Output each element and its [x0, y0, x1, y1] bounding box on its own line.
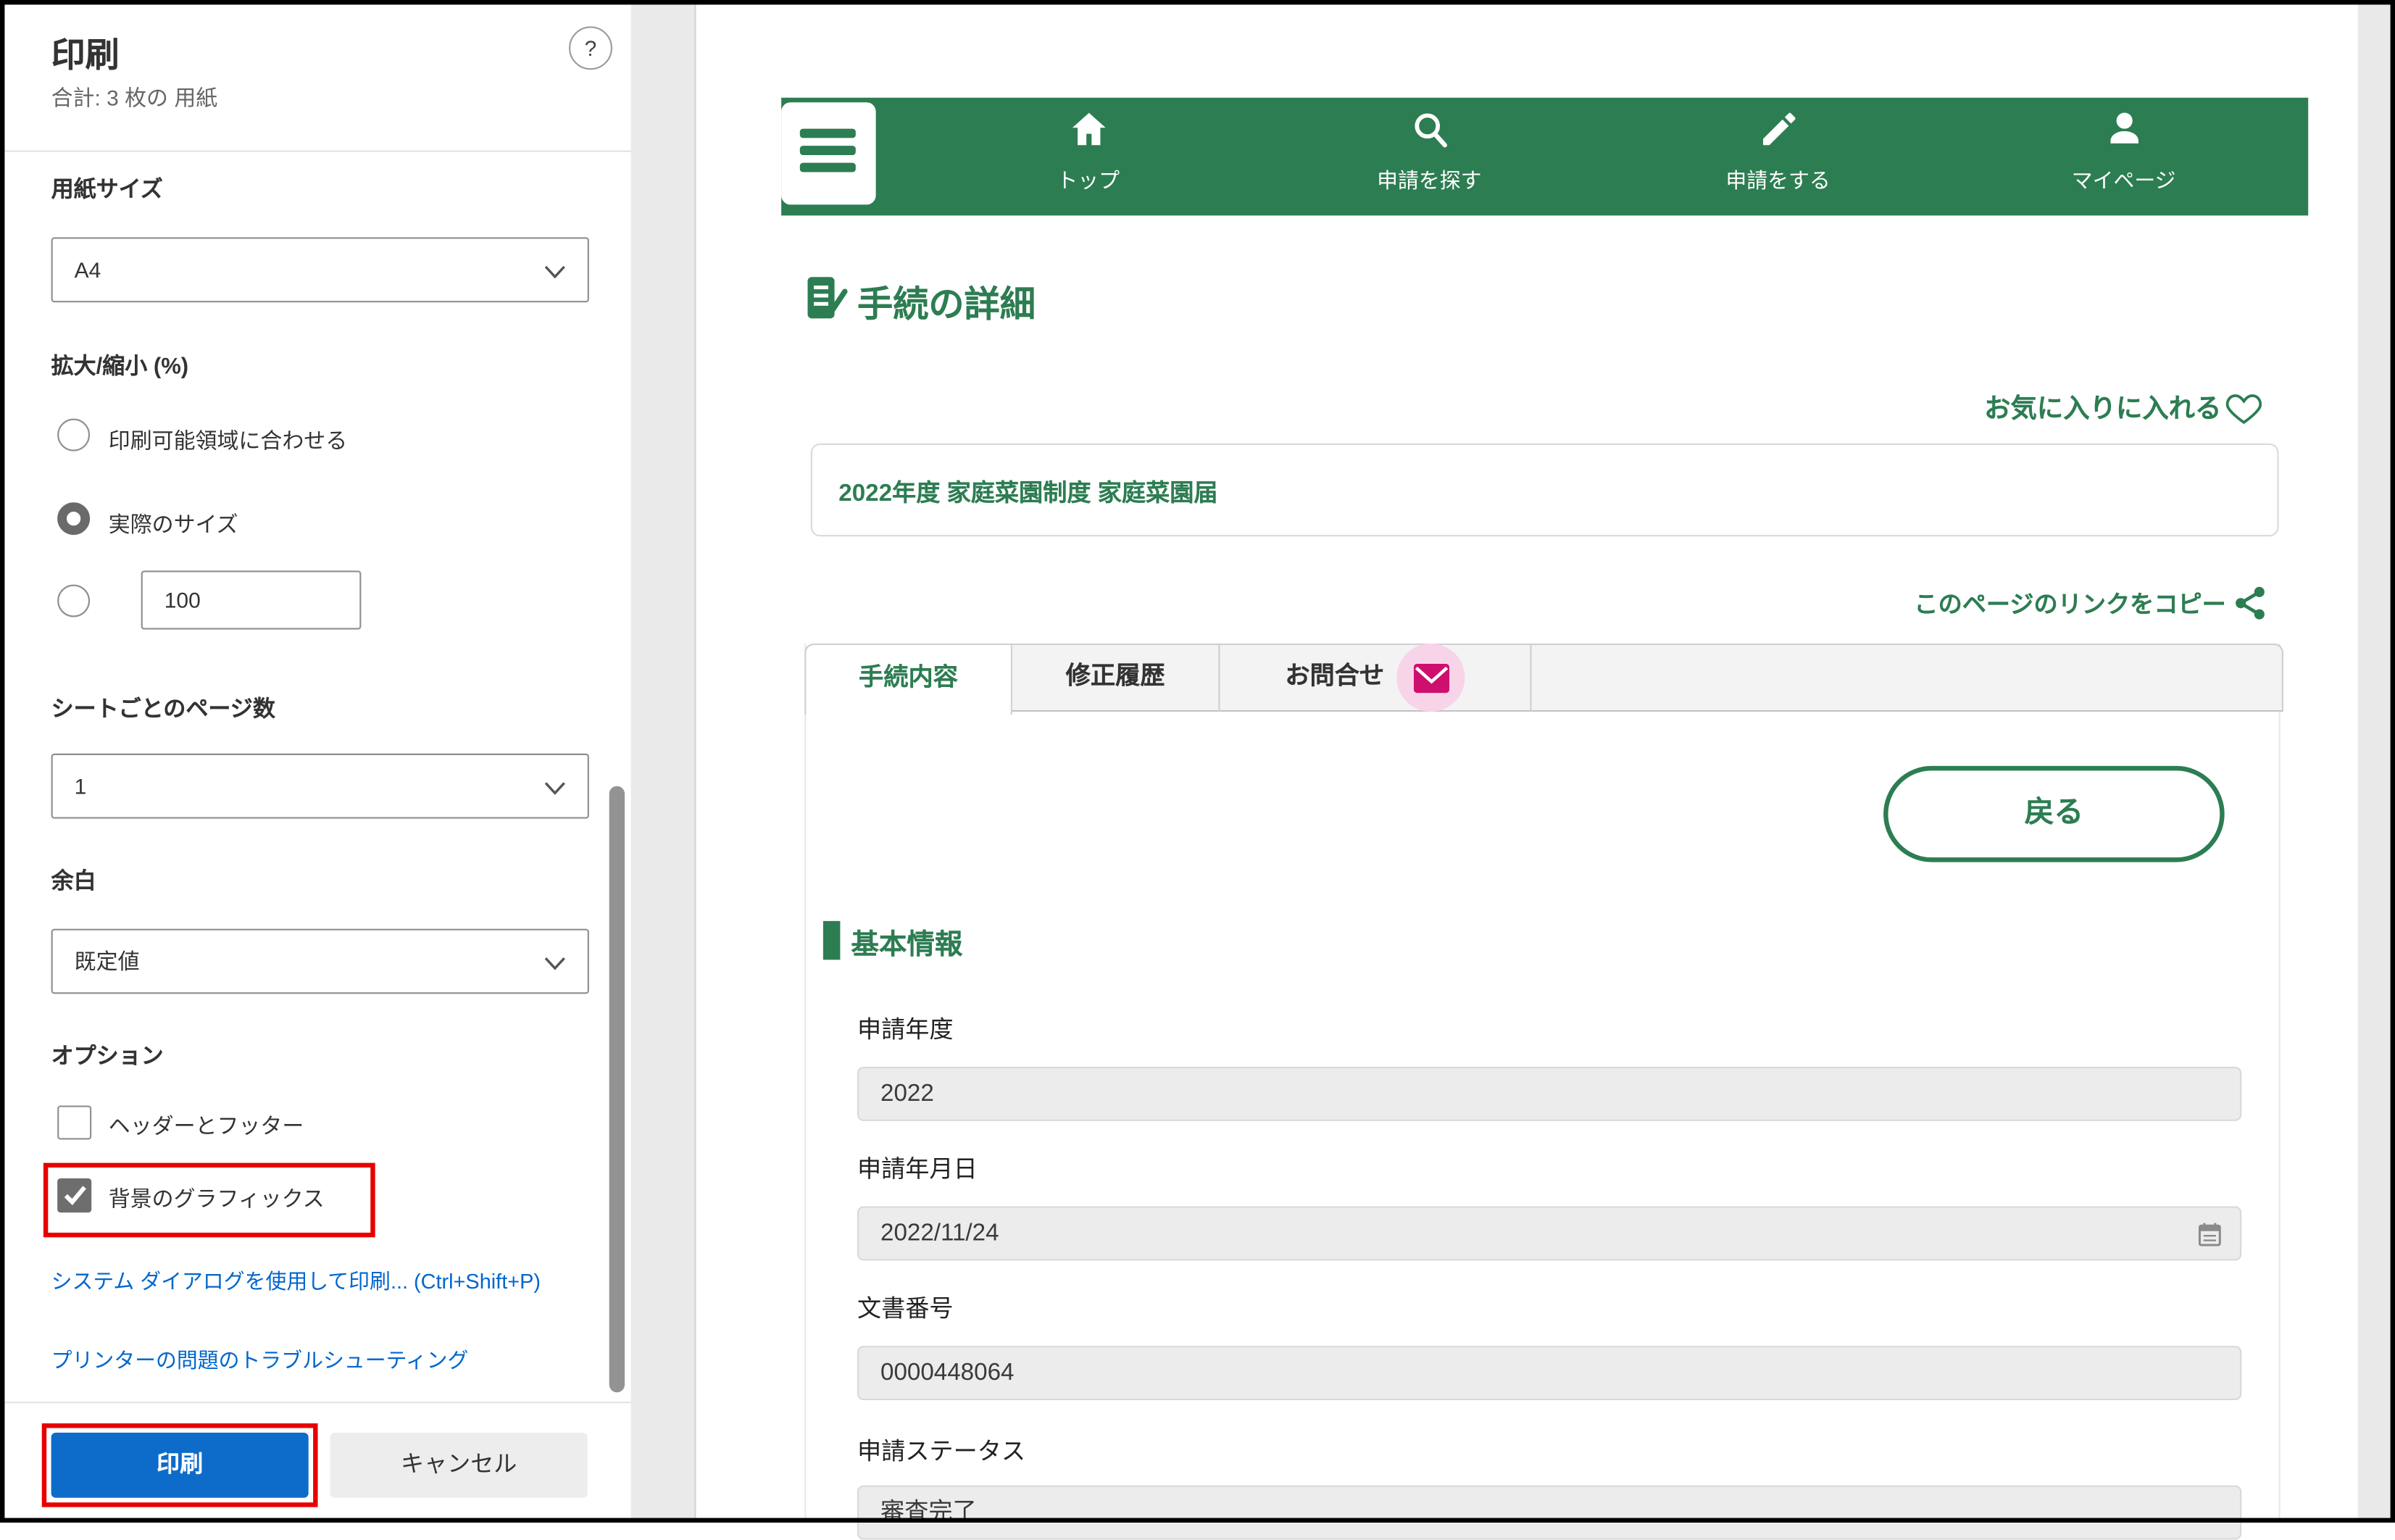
paper-size-value: A4 — [75, 257, 101, 282]
copy-page-link-label: このページのリンクをコピー — [1914, 592, 2225, 618]
screenshot-root: 印刷 合計: 3 枚の 用紙 ? 用紙サイズ A4 拡大/縮小 (%) 印刷可能… — [0, 0, 2395, 1523]
field-value-text: 審査完了 — [880, 1499, 977, 1526]
custom-scale-input[interactable]: 100 — [141, 570, 362, 629]
heart-icon — [2225, 389, 2263, 425]
field-label-year: 申請年度 — [857, 1011, 954, 1045]
margins-label: 余白 — [51, 864, 96, 896]
custom-scale-value: 100 — [164, 588, 201, 612]
print-dialog-title: 印刷 — [51, 28, 120, 78]
nav-item-label: マイページ — [1992, 163, 2256, 194]
print-button[interactable]: 印刷 — [51, 1433, 309, 1498]
tab-contact-label: お問合せ — [1285, 644, 1384, 712]
pages-per-sheet-value: 1 — [75, 774, 87, 799]
fit-printable-area-label: 印刷可能領域に合わせる — [109, 425, 347, 456]
checkmark-icon — [59, 1180, 89, 1210]
hamburger-icon — [800, 146, 856, 155]
tab-revision-history[interactable]: 修正履歴 — [1012, 644, 1220, 712]
nav-item-label: 申請をする — [1646, 163, 1910, 194]
field-value-docnumber: 0000448064 — [857, 1346, 2241, 1400]
section-marker — [823, 921, 841, 960]
page-title-row: 手続の詳細 — [801, 273, 851, 322]
calendar-icon — [2198, 1222, 2221, 1246]
system-dialog-print-link[interactable]: システム ダイアログを使用して印刷... (Ctrl+Shift+P) — [51, 1264, 541, 1295]
dialog-scrollbar-thumb[interactable] — [609, 786, 625, 1393]
procedure-name: 2022年度 家庭菜園制度 家庭菜園届 — [838, 475, 1217, 509]
fit-printable-area-radio[interactable] — [57, 419, 90, 451]
procedure-detail-icon — [801, 273, 851, 322]
procedure-name-box: 2022年度 家庭菜園制度 家庭菜園届 — [811, 444, 2279, 536]
person-icon — [2103, 109, 2145, 151]
field-label-docnumber: 文書番号 — [857, 1290, 954, 1324]
pages-per-sheet-select[interactable]: 1 — [51, 754, 589, 819]
field-value-year: 2022 — [857, 1067, 2241, 1121]
field-value-text: 2022/11/24 — [880, 1220, 999, 1246]
menu-button[interactable] — [781, 102, 875, 204]
preview-gutter — [631, 4, 696, 1518]
chevron-down-icon — [544, 957, 566, 970]
field-label-status: 申請ステータス — [857, 1433, 1025, 1467]
field-value-status: 審査完了 — [857, 1486, 2241, 1540]
actual-size-radio[interactable] — [57, 502, 90, 535]
field-label-date: 申請年月日 — [857, 1151, 978, 1185]
share-icon — [2232, 585, 2269, 622]
home-icon — [1067, 109, 1109, 151]
add-favorite-link[interactable]: お気に入りに入れる — [1783, 386, 2263, 425]
page-scrollbar[interactable] — [2358, 4, 2391, 1518]
scale-section-label: 拡大/縮小 (%) — [51, 349, 189, 381]
custom-scale-radio[interactable] — [57, 585, 90, 617]
margins-select[interactable]: 既定値 — [51, 929, 589, 994]
background-graphics-label: 背景のグラフィックス — [109, 1183, 325, 1214]
chevron-down-icon — [544, 265, 566, 279]
options-section-label: オプション — [51, 1039, 164, 1071]
question-icon: ? — [585, 36, 597, 60]
field-value-text: 2022 — [880, 1081, 934, 1107]
field-value-date: 2022/11/24 — [857, 1207, 2241, 1261]
section-title: 基本情報 — [851, 923, 962, 963]
nav-item-apply[interactable]: 申請をする — [1646, 109, 1910, 194]
search-icon — [1408, 109, 1450, 151]
hamburger-icon — [800, 163, 856, 172]
background-graphics-checkbox[interactable] — [57, 1178, 91, 1212]
header-divider — [4, 151, 630, 152]
nav-item-mypage[interactable]: マイページ — [1992, 109, 2256, 194]
nav-item-top[interactable]: トップ — [957, 109, 1220, 194]
nav-item-label: 申請を探す — [1297, 163, 1561, 194]
header-footer-checkbox[interactable] — [57, 1105, 91, 1139]
print-dialog-panel: 印刷 合計: 3 枚の 用紙 ? 用紙サイズ A4 拡大/縮小 (%) 印刷可能… — [4, 4, 630, 1518]
nav-item-search[interactable]: 申請を探す — [1297, 109, 1561, 194]
printer-troubleshoot-link[interactable]: プリンターの問題のトラブルシューティング — [51, 1343, 469, 1374]
paper-size-select[interactable]: A4 — [51, 237, 589, 302]
tab-contact[interactable]: お問合せ — [1220, 644, 1532, 712]
pages-per-sheet-label: シートごとのページ数 — [51, 691, 275, 724]
mail-icon — [1412, 662, 1450, 694]
cancel-button[interactable]: キャンセル — [330, 1433, 588, 1498]
actual-size-label: 実際のサイズ — [109, 509, 238, 540]
pencil-icon — [1757, 109, 1799, 151]
margins-value: 既定値 — [75, 949, 140, 973]
sheet-count-text: 合計: 3 枚の 用紙 — [51, 82, 218, 113]
mail-icon-circle — [1396, 644, 1465, 712]
copy-page-link[interactable]: このページのリンクをコピー — [1705, 585, 2270, 622]
header-footer-label: ヘッダーとフッター — [109, 1110, 304, 1141]
field-value-text: 0000448064 — [880, 1360, 1014, 1386]
hamburger-icon — [800, 129, 856, 138]
footer-divider — [4, 1402, 630, 1403]
site-navbar: トップ 申請を探す 申請をする マイページ — [781, 98, 2308, 216]
tab-procedure-content[interactable]: 手続内容 — [804, 644, 1012, 715]
nav-item-label: トップ — [957, 163, 1220, 194]
back-button[interactable]: 戻る — [1883, 766, 2225, 862]
page-title: 手続の詳細 — [857, 275, 1036, 328]
paper-size-label: 用紙サイズ — [51, 172, 163, 204]
add-favorite-label: お気に入りに入れる — [1984, 394, 2221, 423]
help-button[interactable]: ? — [569, 26, 612, 70]
chevron-down-icon — [544, 781, 566, 795]
